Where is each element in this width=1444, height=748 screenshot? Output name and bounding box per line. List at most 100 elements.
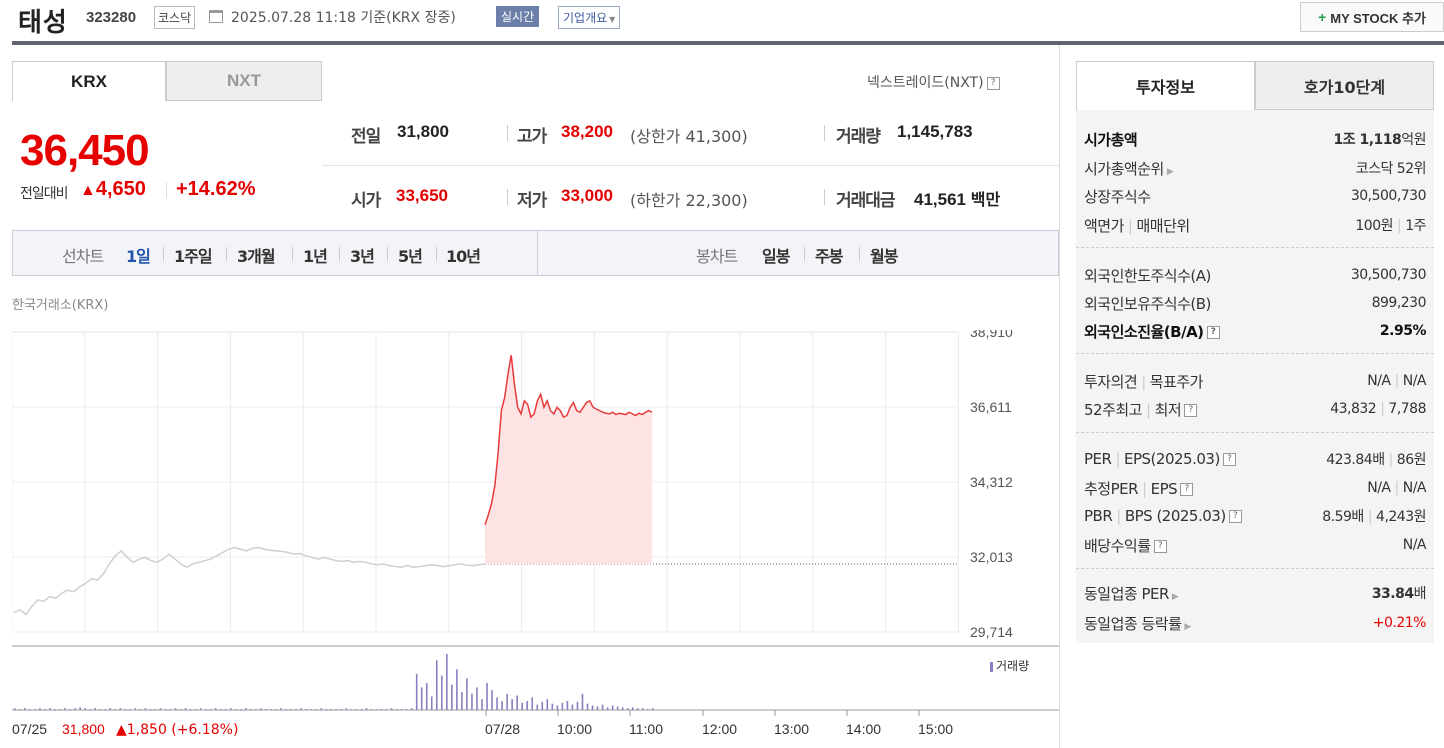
help-icon[interactable]: ? <box>1228 510 1242 523</box>
candle-monthly[interactable]: 월봉 <box>870 243 898 267</box>
x-tick-label: 10:00 <box>557 721 592 737</box>
company-overview-dropdown[interactable]: 기업개요 ▼ <box>558 6 621 29</box>
help-icon[interactable]: ? <box>1184 403 1198 417</box>
volume-bar <box>601 704 604 710</box>
dividend-value: N/A <box>1402 537 1427 553</box>
open-value: 33,650 <box>396 186 448 205</box>
change-label: 전일대비 <box>20 186 69 202</box>
divider: | <box>1115 450 1121 468</box>
x-tick-label: 14:00 <box>846 721 881 737</box>
line-chart-label: 선차트 <box>62 247 104 266</box>
target-label: 목표주가 <box>1149 372 1204 391</box>
period-5y[interactable]: 5년 <box>398 243 423 267</box>
tab-orderbook[interactable]: 호가10단계 <box>1255 61 1434 110</box>
volume-bar <box>230 708 232 710</box>
volume-bar <box>350 709 353 710</box>
volume-bar <box>64 708 66 710</box>
y-tick-label: 34,312 <box>970 474 1013 490</box>
target-value: N/A <box>1402 373 1427 389</box>
help-icon[interactable]: ? <box>1153 539 1167 553</box>
divider: | <box>1141 372 1146 391</box>
par-row: 액면가 | 매매단위 100원 | 1주 <box>1084 214 1426 236</box>
industry-per-row[interactable]: 동일업종 PER ▶ 33.84배 <box>1084 582 1427 604</box>
volume-bar <box>320 708 323 710</box>
volume-bar <box>531 697 534 710</box>
volume-bar <box>456 669 458 710</box>
industry-change: 동일업종 등락률 ▶ <box>1084 613 1191 634</box>
pbr-row: PBR | BPS (2025.03)? 8.59배 | 4,243원 <box>1084 505 1426 527</box>
volume-bar <box>355 709 358 710</box>
industry-per-unit: 배 <box>1413 586 1427 602</box>
w52-high-label: 52주최고 <box>1084 400 1143 419</box>
volume-bar <box>591 705 594 710</box>
realtime-button[interactable]: 실시간 <box>496 6 540 27</box>
cap-rank-label: 시가총액순위 <box>1084 159 1164 178</box>
price-chart[interactable]: 38,910 36,611 34,312 32,013 29,714 07/28 10:00… <box>12 330 1059 748</box>
volume-bar <box>652 708 654 710</box>
period-1d[interactable]: 1일 <box>126 243 151 267</box>
bps-value: 4,243원 <box>1376 509 1426 525</box>
volume-bar <box>420 687 423 710</box>
w52: 52주최고 | 최저? <box>1084 399 1198 420</box>
volume-bar <box>451 684 453 710</box>
add-mystock-button[interactable]: + MY STOCK 추가 <box>1300 2 1444 32</box>
eps-value: 86원 <box>1396 452 1427 468</box>
period-1y[interactable]: 1년 <box>303 243 328 267</box>
shares-label: 상장주식수 <box>1084 187 1151 206</box>
volume-bar <box>506 693 508 710</box>
change-value: ▲4,650 <box>80 178 146 201</box>
quote-grid-divider <box>322 165 1059 166</box>
volume-bar <box>114 709 117 710</box>
period-1w[interactable]: 1주일 <box>174 243 213 267</box>
divider: | <box>1388 452 1394 468</box>
volume-bar <box>79 707 81 710</box>
industry-change-row[interactable]: 동일업종 등락률 ▶ +0.21% <box>1084 612 1427 634</box>
foreign-limit-value: 30,500,730 <box>1350 267 1427 283</box>
est-per-row: 추정PER | EPS? N/A | N/A <box>1084 477 1427 499</box>
cap-rank-row[interactable]: 시가총액순위 ▶ 코스닥 52위 <box>1084 157 1427 179</box>
divider <box>1076 432 1434 433</box>
industry-per-value: 33.84 <box>1371 586 1414 602</box>
volume-bar <box>516 695 518 710</box>
help-icon[interactable]: ? <box>1206 325 1220 339</box>
volume-bar <box>476 687 478 710</box>
pbr: PBR | BPS (2025.03)? <box>1084 507 1242 525</box>
help-icon[interactable]: ? <box>1222 453 1236 466</box>
period-10y[interactable]: 10년 <box>446 243 481 267</box>
stock-name: 태성 <box>18 8 68 38</box>
candle-weekly[interactable]: 주봉 <box>815 243 843 267</box>
volume-bar <box>104 709 107 710</box>
est-per-values: N/A | N/A <box>1367 480 1426 496</box>
prev-close-value: 31,800 <box>397 122 449 141</box>
volume-bar <box>571 704 574 710</box>
volume-bar <box>94 708 96 710</box>
tab-invest-info[interactable]: 투자정보 <box>1076 61 1255 110</box>
lower-limit: (하한가 22,300) <box>630 187 748 211</box>
w52-low-label: 최저 <box>1154 400 1182 419</box>
help-icon[interactable]: ? <box>1180 482 1194 496</box>
y-tick-label: 36,611 <box>970 399 1012 415</box>
high-value: 38,200 <box>561 122 613 141</box>
caret-right-icon: ▶ <box>1171 591 1179 602</box>
divider <box>824 125 825 141</box>
industry-change-label: 동일업종 등락률 <box>1084 614 1182 633</box>
lower-limit-label: (하한가 <box>630 191 681 210</box>
period-3y[interactable]: 3년 <box>350 243 375 267</box>
est-per-label: 추정PER <box>1084 479 1139 498</box>
tab-nxt[interactable]: NXT <box>166 61 322 101</box>
divider: | <box>1396 218 1402 234</box>
est-eps-label: EPS <box>1150 479 1178 498</box>
volume-bar <box>385 709 388 710</box>
foreign-hold-label: 외국인보유주식수(B) <box>1084 294 1211 313</box>
period-3m[interactable]: 3개월 <box>237 243 276 267</box>
high-label: 고가 <box>517 127 547 147</box>
volume-bar <box>586 703 589 710</box>
est-eps-value: N/A <box>1402 480 1427 496</box>
divider: | <box>1394 480 1400 496</box>
bps-label: BPS (2025.03) <box>1124 507 1226 525</box>
candle-daily[interactable]: 일봉 <box>762 243 790 267</box>
prev-day-close: 31,800 <box>62 721 105 737</box>
help-icon[interactable]: ? <box>986 76 1000 90</box>
nextrade-link[interactable]: 넥스트레이드(NXT)? <box>867 72 1000 92</box>
tab-krx[interactable]: KRX <box>12 61 166 101</box>
